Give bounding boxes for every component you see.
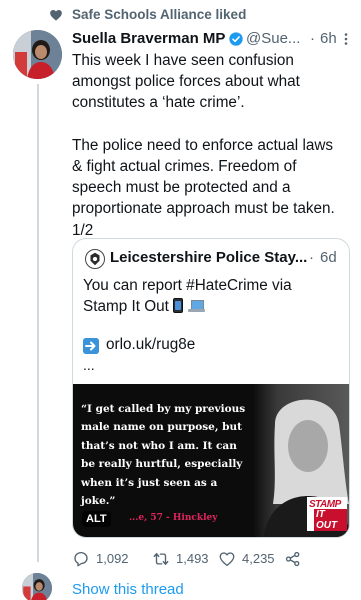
tweet-text: This week I have seen confusion amongst …: [72, 52, 335, 239]
quoted-tweet-card[interactable]: Leicestershire Police Stay... · 6d You c…: [72, 238, 350, 538]
separator-dot: ·: [310, 30, 315, 47]
thread-line: [37, 84, 39, 562]
media-quote-line: when it’s just seen as a: [81, 476, 218, 489]
quoted-author-name[interactable]: Leicestershire Police Stay...: [110, 249, 307, 266]
author-name[interactable]: Suella Braverman MP: [72, 30, 225, 47]
media-quote-line: “I get called by my previous: [81, 403, 246, 415]
separator-dot: ·: [309, 249, 314, 266]
tweet-header: Suella Braverman MP @Sue... · 6h: [72, 30, 352, 50]
avatar-photo: [22, 573, 52, 600]
retweet-icon: [153, 553, 169, 565]
media-quote-line: joke.”: [81, 495, 116, 508]
tweet-timestamp[interactable]: 6h: [320, 30, 337, 47]
media-quote-line: that’s not who I am. It can: [81, 439, 237, 452]
show-thread-link[interactable]: Show this thread: [72, 581, 184, 598]
like-heart-icon: [219, 552, 235, 567]
reply-icon: [74, 551, 88, 567]
right-arrow-icon: [83, 338, 99, 354]
verified-badge-icon: [229, 32, 243, 46]
media-attribution: ...e, 57 - Hinckley: [129, 513, 218, 523]
heart-icon: [50, 9, 62, 21]
thread-avatar[interactable]: [22, 573, 52, 600]
avatar[interactable]: [13, 30, 62, 79]
social-context: Safe Schools Alliance liked: [0, 0, 361, 30]
media-quote-line: male name on purpose, but: [81, 421, 242, 434]
action-bar: 1,092 1,493 4,235: [72, 548, 352, 570]
quoted-link[interactable]: orlo.uk/rug8e: [106, 336, 195, 354]
quoted-media-image[interactable]: “I get called by my previous male name o…: [73, 384, 349, 537]
quoted-text-line-2-text: Stamp It Out: [83, 298, 169, 315]
mobile-phone-icon: [172, 298, 183, 313]
like-count: 4,235: [242, 551, 275, 566]
logo-line-2: IT OUT: [314, 509, 347, 531]
police-crest-avatar: [85, 249, 105, 269]
more-options-icon[interactable]: [340, 33, 352, 45]
quoted-text-line-2: Stamp It Out: [83, 296, 345, 317]
quoted-text-line-1: You can report #HateCrime via: [83, 277, 292, 294]
retweet-count: 1,493: [176, 551, 209, 566]
reply-count: 1,092: [96, 551, 129, 566]
media-quote-text: “I get called by my previous male name o…: [81, 400, 257, 510]
avatar-photo: [13, 30, 62, 79]
quoted-timestamp[interactable]: 6d: [320, 249, 337, 266]
share-icon: [285, 551, 300, 567]
stamp-it-out-logo: STAMP IT OUT: [307, 497, 347, 531]
author-handle[interactable]: @Sue...: [246, 30, 300, 47]
media-quote-line: be really hurtful, especially: [81, 458, 243, 471]
alt-text-badge[interactable]: ALT: [82, 511, 111, 527]
quoted-text: You can report #HateCrime via Stamp It O…: [83, 275, 345, 317]
quoted-ellipsis: ...: [83, 357, 95, 373]
social-context-label[interactable]: Safe Schools Alliance liked: [72, 7, 246, 22]
laptop-icon: [187, 300, 205, 313]
